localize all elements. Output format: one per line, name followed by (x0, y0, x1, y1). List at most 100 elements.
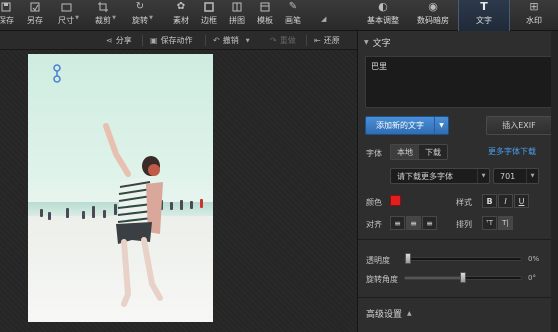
insert-exif-button[interactable]: 插入EXIF (486, 116, 552, 135)
tab-label: 数码暗房 (417, 16, 449, 25)
collage-icon (231, 1, 243, 12)
chevron-down-icon[interactable]: ▼ (246, 38, 250, 44)
undo-label: 撤销 (222, 36, 239, 45)
triangle-down-icon: ▼ (364, 38, 369, 46)
save-as-icon (29, 1, 41, 12)
template-tool[interactable]: 模板 (250, 0, 280, 31)
vertical-text-icon[interactable]: ᵀT (482, 216, 497, 230)
transform-handle-icon[interactable] (53, 64, 61, 84)
tool-label: 尺寸 (58, 16, 74, 25)
opacity-slider[interactable] (404, 253, 522, 264)
brush-icon: ✎ (288, 1, 298, 12)
brush-tool[interactable]: ✎ 画笔 (278, 0, 308, 31)
download-tab[interactable]: 下载 (419, 145, 447, 159)
template-icon (259, 1, 271, 12)
canvas-area[interactable] (0, 50, 357, 332)
collage-tool[interactable]: 拼图 (222, 0, 252, 31)
chevron-down-icon[interactable]: ▼ (149, 15, 153, 21)
crop-tool[interactable]: 裁剪 ▼ (88, 0, 118, 31)
section-title: 文字 (372, 38, 391, 49)
tool-label: 画笔 (285, 16, 301, 25)
local-tab[interactable]: 本地 (391, 145, 419, 159)
italic-button[interactable]: I (498, 194, 513, 208)
font-source-toggle: 本地 下载 (390, 144, 448, 160)
divider (358, 297, 558, 298)
bold-button[interactable]: B (482, 194, 497, 208)
resize-tool[interactable]: 尺寸 ▼ (51, 0, 81, 31)
tool-label: 保存 (0, 16, 14, 25)
save-icon (0, 1, 12, 12)
collapse-icon[interactable]: ◢ (321, 15, 326, 23)
rotate-slider-thumb[interactable] (460, 272, 466, 283)
photo-person (103, 123, 163, 307)
photo-preview[interactable] (28, 54, 213, 322)
tab-basic-adjust[interactable]: ◐ 基本调整 (358, 0, 408, 31)
align-center-icon[interactable]: ≡ (406, 216, 421, 230)
share-label: 分享 (115, 36, 132, 45)
tool-label: 裁剪 (95, 16, 111, 25)
save-as-tool[interactable]: 另存 (20, 0, 50, 31)
underline-button[interactable]: U (514, 194, 529, 208)
divider (306, 35, 307, 46)
restore-button[interactable]: ⇤ 还原 (314, 31, 340, 50)
share-button[interactable]: ⋖ 分享 (106, 31, 132, 50)
style-label: 样式 (456, 198, 472, 207)
opacity-value: 0% (528, 255, 540, 263)
divider (142, 35, 143, 46)
tab-watermark[interactable]: ⊞ 水印 (510, 0, 558, 31)
opacity-slider-thumb[interactable] (405, 253, 411, 264)
tab-label: 基本调整 (367, 16, 399, 25)
opacity-label: 透明度 (366, 256, 390, 265)
horizontal-text-icon[interactable]: T| (498, 216, 513, 230)
chevron-up-icon: ▲ (407, 310, 412, 317)
font-select[interactable]: 请下载更多字体 ▼ (390, 168, 490, 184)
chevron-down-icon[interactable]: ▼ (75, 15, 79, 21)
rotate-slider[interactable] (404, 272, 522, 283)
font-size-value: 701 (500, 171, 516, 181)
advanced-settings-toggle[interactable]: 高级设置 ▲ (366, 307, 412, 320)
redo-label: 重做 (279, 36, 296, 45)
chevron-down-icon[interactable]: ▼ (112, 15, 116, 21)
top-toolbar: 保存 另存 尺寸 ▼ 裁剪 ▼ ↻ 旋转 ▼ ✿ 素材 边框 拼图 模板 ✎ 画… (0, 0, 558, 31)
tab-text[interactable]: T 文字 (458, 0, 510, 31)
border-tool[interactable]: 边框 (194, 0, 224, 31)
share-icon: ⋖ (106, 36, 113, 45)
crop-icon (97, 1, 109, 12)
tab-label: 文字 (476, 16, 492, 25)
darkroom-icon: ◉ (428, 0, 438, 13)
adjust-icon: ◐ (378, 0, 388, 13)
tool-label: 另存 (27, 16, 43, 25)
save-action-label: 保存动作 (160, 36, 193, 45)
text-panel: ▼ 文字 巴里 添加新的文字 ▼ 插入EXIF 字体 本地 下载 更多字体下载 … (357, 31, 558, 332)
font-size-select[interactable]: 701 ▼ (493, 168, 539, 184)
save-tool[interactable]: 保存 (0, 0, 21, 31)
save-action-icon: ▣ (150, 36, 158, 45)
redo-button[interactable]: ↷ 重做 (270, 31, 296, 50)
material-icon: ✿ (176, 1, 186, 12)
chevron-down-icon[interactable]: ▼ (434, 117, 448, 134)
add-text-button[interactable]: 添加新的文字 ▼ (365, 116, 449, 135)
color-swatch[interactable] (390, 195, 401, 206)
save-action-button[interactable]: ▣ 保存动作 (150, 31, 193, 50)
tool-label: 素材 (173, 16, 189, 25)
panel-scrollbar[interactable] (551, 31, 558, 332)
text-input-value: 巴里 (371, 62, 387, 71)
rotate-value: 0° (528, 274, 536, 282)
resize-icon (60, 1, 72, 12)
divider (205, 35, 206, 46)
rotate-label: 旋转角度 (366, 275, 398, 284)
divider (358, 239, 558, 240)
more-fonts-link[interactable]: 更多字体下载 (488, 146, 536, 157)
tab-label: 水印 (526, 16, 542, 25)
tab-darkroom[interactable]: ◉ 数码暗房 (408, 0, 458, 31)
text-input[interactable]: 巴里 (365, 56, 552, 108)
add-text-label: 添加新的文字 (376, 121, 424, 130)
undo-icon: ↶ (213, 36, 220, 45)
material-tool[interactable]: ✿ 素材 (166, 0, 196, 31)
section-header[interactable]: ▼ 文字 (358, 31, 558, 53)
restore-icon: ⇤ (314, 36, 321, 45)
align-right-icon[interactable]: ≡ (422, 216, 437, 230)
undo-button[interactable]: ↶ 撤销 ▼ (213, 31, 250, 50)
align-left-icon[interactable]: ≡ (390, 216, 405, 230)
rotate-tool[interactable]: ↻ 旋转 ▼ (125, 0, 155, 31)
